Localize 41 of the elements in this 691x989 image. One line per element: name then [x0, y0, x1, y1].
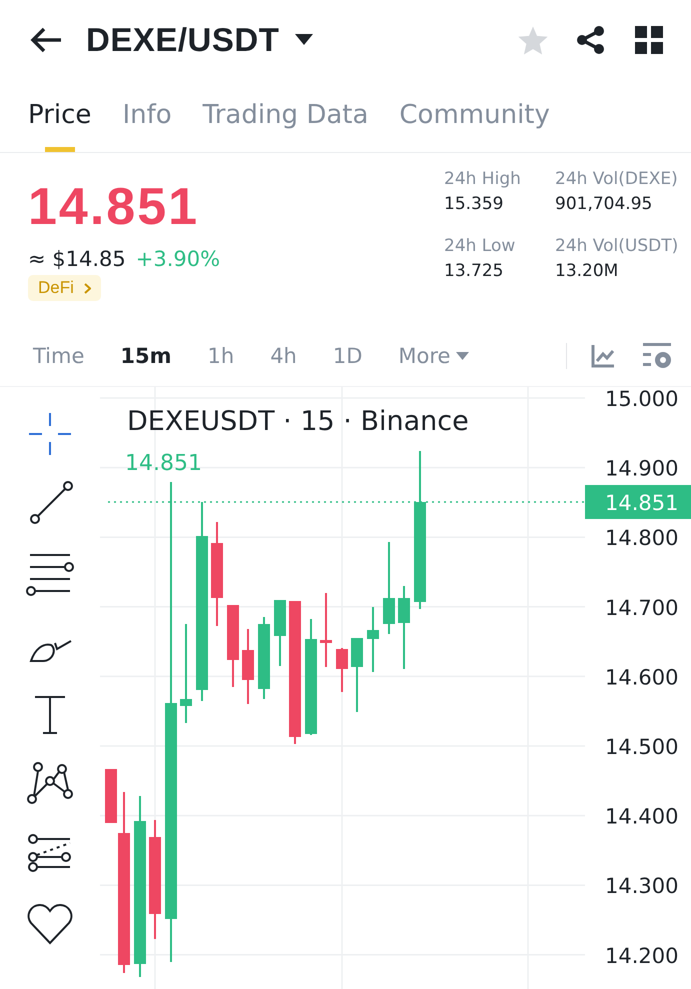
- stat-value: 13.725: [444, 261, 504, 281]
- chart-title: DEXEUSDT · 15 · Binance: [127, 406, 469, 437]
- fiat-price: ≈ $14.85: [28, 247, 126, 271]
- stat-value: 15.359: [444, 194, 504, 214]
- tab[interactable]: Price: [28, 80, 92, 152]
- interval-tab[interactable]: Time: [33, 344, 84, 368]
- tab[interactable]: Info: [122, 80, 172, 152]
- axis-label: 14.900: [605, 456, 678, 481]
- candlestick: [367, 607, 379, 672]
- axis-label: 15.000: [605, 387, 678, 411]
- stat-label: 24h Vol(USDT): [555, 236, 680, 256]
- price-tag-label: 14.851: [605, 491, 678, 515]
- stat-label: 24h High: [444, 169, 522, 189]
- axis-label: 14.700: [605, 596, 678, 620]
- axis-label: 14.400: [605, 804, 678, 829]
- stat-label: 24h Vol(DEXE): [555, 169, 679, 189]
- candlestick: [274, 600, 286, 666]
- candlestick: [336, 648, 348, 692]
- caret-icon: [456, 352, 470, 360]
- stat-value: 13.20M: [555, 261, 620, 281]
- caret-icon: [295, 34, 314, 46]
- axis-label: 14.200: [605, 944, 678, 968]
- axis-label: 14.500: [605, 735, 678, 759]
- category-tag[interactable]: DeFi: [28, 275, 101, 301]
- interval-tab[interactable]: 4h: [270, 344, 297, 368]
- tab[interactable]: Community: [399, 80, 550, 152]
- axis-label: 14.600: [605, 665, 678, 690]
- stat-label: 24h Low: [444, 236, 516, 256]
- chevron-icon: [84, 282, 91, 294]
- pair-selector[interactable]: DEXE/USDT: [86, 21, 314, 59]
- tab[interactable]: Trading Data: [202, 80, 368, 152]
- interval-tab[interactable]: 15m: [120, 344, 172, 368]
- axis-label: 14.800: [605, 526, 678, 550]
- last-price: 14.851: [28, 177, 200, 238]
- interval-tab[interactable]: More: [398, 344, 470, 368]
- last-price-label: 14.851: [125, 451, 202, 476]
- stat-value: 901,704.95: [555, 194, 654, 214]
- axis-label: 14.300: [605, 874, 678, 898]
- interval-tab[interactable]: 1h: [208, 344, 234, 368]
- interval-tab[interactable]: 1D: [332, 344, 362, 368]
- price-change: +3.90%: [136, 247, 220, 271]
